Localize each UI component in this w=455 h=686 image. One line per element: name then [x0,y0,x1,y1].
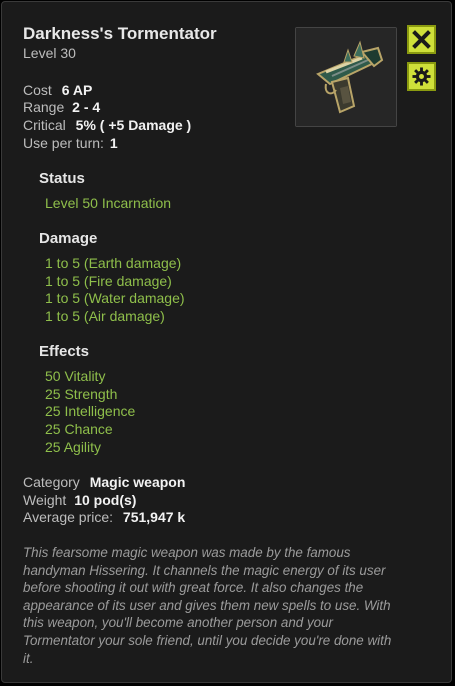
gear-icon [412,67,431,86]
price-value: 751,947 k [122,509,186,525]
item-description: This fearsome magic weapon was made by t… [23,545,392,666]
effects-heading: Effects [39,343,90,360]
category-value: Magic weapon [89,474,186,490]
cost-row: Cost 6 AP [23,82,92,98]
weight-row: Weight 10 pod(s) [23,492,136,508]
weight-value: 10 pod(s) [74,492,137,508]
price-row: Average price: 751,947 k [23,509,185,525]
critical-row: Critical 5% ( +5 Damage ) [23,117,191,133]
close-icon [412,30,431,49]
damage-heading: Damage [39,230,98,247]
item-name: Darkness's Tormentator [23,24,217,43]
weight-label: Weight [23,492,67,508]
item-tooltip-panel: Darkness's Tormentator Level 30 Cost 6 A… [1,1,452,683]
use-per-turn-row: Use per turn: 1 [23,135,118,151]
price-label: Average price: [23,509,114,525]
critical-label: Critical [23,117,66,133]
effect-line: 50 Vitality [45,368,106,384]
damage-line: 1 to 5 (Fire damage) [45,273,172,289]
status-heading: Status [39,170,85,187]
effect-line: 25 Intelligence [45,403,136,419]
critical-value: 5% ( +5 Damage ) [75,117,192,133]
range-row: Range 2 - 4 [23,99,100,115]
weapon-icon [296,28,396,126]
damage-line: 1 to 5 (Air damage) [45,308,165,324]
close-button[interactable] [407,25,436,54]
cost-value: 6 AP [61,82,93,98]
use-per-turn-label: Use per turn: [23,135,104,151]
range-label: Range [23,99,65,115]
effect-line: 25 Agility [45,439,102,455]
cost-label: Cost [23,82,52,98]
item-level: Level 30 [23,45,76,61]
range-value: 2 - 4 [72,99,101,115]
settings-button[interactable] [407,62,436,91]
use-per-turn-value: 1 [109,135,118,151]
category-label: Category [23,474,80,490]
category-row: Category Magic weapon [23,474,185,490]
weapon-image [295,27,397,127]
damage-line: 1 to 5 (Earth damage) [45,255,182,271]
effect-line: 25 Chance [45,421,113,437]
status-item: Level 50 Incarnation [45,195,172,211]
damage-line: 1 to 5 (Water damage) [45,290,185,306]
effect-line: 25 Strength [45,386,118,402]
